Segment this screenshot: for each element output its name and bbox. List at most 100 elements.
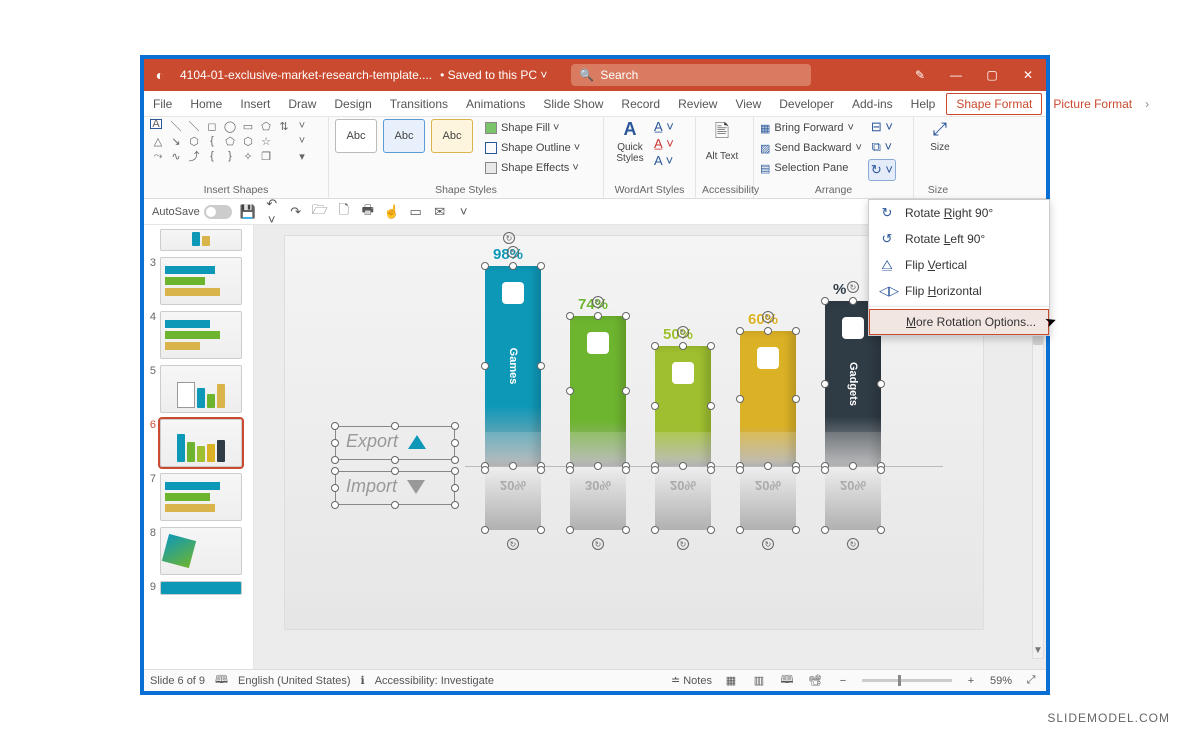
- tab-file[interactable]: File: [144, 91, 181, 116]
- new-icon[interactable]: 🗋: [336, 201, 352, 223]
- rotation-handle-icon[interactable]: ↻: [847, 538, 859, 550]
- rotation-handle-icon[interactable]: ↻: [677, 326, 689, 338]
- autosave-toggle[interactable]: AutoSave: [152, 205, 232, 219]
- more-rotation-options[interactable]: More Rotation Options...: [869, 309, 1049, 335]
- selection-handle[interactable]: [509, 462, 517, 470]
- flip-horizontal[interactable]: ◁▷Flip Horizontal: [869, 278, 1049, 304]
- save-state[interactable]: • Saved to this PC ˅: [436, 68, 551, 82]
- zoom-out-icon[interactable]: −: [834, 675, 852, 687]
- selection-handle[interactable]: [391, 501, 399, 509]
- selection-handle[interactable]: [566, 312, 574, 320]
- rotation-handle-icon[interactable]: ↻: [503, 232, 515, 244]
- tab-view[interactable]: View: [726, 91, 770, 116]
- tab-picture-format[interactable]: Picture Format: [1044, 91, 1141, 116]
- selection-handle[interactable]: [707, 466, 715, 474]
- tab-slideshow[interactable]: Slide Show: [534, 91, 612, 116]
- selection-handle[interactable]: [481, 466, 489, 474]
- selection-handle[interactable]: [736, 395, 744, 403]
- selection-handle[interactable]: [736, 526, 744, 534]
- selection-handle[interactable]: [331, 439, 339, 447]
- selection-handle[interactable]: [537, 526, 545, 534]
- thumb-7[interactable]: 7: [146, 473, 251, 521]
- shape-fill-button[interactable]: Shape Fill ˅: [485, 119, 580, 137]
- tab-developer[interactable]: Developer: [770, 91, 843, 116]
- selection-handle[interactable]: [679, 342, 687, 350]
- slide-counter[interactable]: Slide 6 of 9: [150, 675, 205, 687]
- selection-handle[interactable]: [792, 327, 800, 335]
- maximize-button[interactable]: ▢: [974, 59, 1010, 91]
- chart-bar[interactable]: [740, 331, 796, 466]
- rotation-handle-icon[interactable]: ↻: [847, 281, 859, 293]
- selection-handle[interactable]: [736, 327, 744, 335]
- style-swatch[interactable]: Abc: [335, 119, 377, 153]
- selection-handle[interactable]: [792, 466, 800, 474]
- selection-handle[interactable]: [622, 466, 630, 474]
- style-swatch[interactable]: Abc: [383, 119, 425, 153]
- accessibility-status[interactable]: Accessibility: Investigate: [375, 675, 494, 687]
- selection-handle[interactable]: [707, 342, 715, 350]
- selection-handle[interactable]: [566, 387, 574, 395]
- thumb-6[interactable]: 6: [146, 419, 251, 467]
- selection-handle[interactable]: [849, 462, 857, 470]
- email-icon[interactable]: ✉: [432, 204, 448, 220]
- shape-outline-button[interactable]: Shape Outline ˅: [485, 139, 580, 157]
- selection-handle[interactable]: [707, 402, 715, 410]
- selection-handle[interactable]: [451, 467, 459, 475]
- thumb-9[interactable]: 9: [146, 581, 251, 595]
- reading-view-icon[interactable]: 🕮: [778, 671, 796, 690]
- selection-handle[interactable]: [331, 467, 339, 475]
- tab-review[interactable]: Review: [669, 91, 726, 116]
- normal-view-icon[interactable]: ▦: [722, 674, 740, 687]
- selection-handle[interactable]: [764, 462, 772, 470]
- rotate-right-90[interactable]: ↻Rotate Right 90°: [869, 200, 1049, 226]
- selection-handle[interactable]: [877, 466, 885, 474]
- selection-handle[interactable]: [821, 297, 829, 305]
- sorter-view-icon[interactable]: ▥: [750, 674, 768, 687]
- language-status[interactable]: English (United States): [238, 675, 351, 687]
- redo-icon[interactable]: ↷: [288, 204, 304, 220]
- selection-handle[interactable]: [509, 262, 517, 270]
- selection-handle[interactable]: [594, 312, 602, 320]
- open-icon[interactable]: 🗁: [312, 201, 328, 223]
- selection-handle[interactable]: [391, 422, 399, 430]
- selection-handle[interactable]: [651, 466, 659, 474]
- scroll-down-icon[interactable]: ▼: [1032, 645, 1044, 659]
- selection-handle[interactable]: [391, 456, 399, 464]
- search-box[interactable]: 🔍 Search: [571, 64, 811, 86]
- zoom-in-icon[interactable]: +: [962, 675, 980, 687]
- selection-handle[interactable]: [481, 526, 489, 534]
- selection-handle[interactable]: [877, 526, 885, 534]
- selection-handle[interactable]: [821, 526, 829, 534]
- tabs-overflow-icon[interactable]: ›: [1141, 97, 1153, 111]
- selection-handle[interactable]: [566, 466, 574, 474]
- selection-handle[interactable]: [537, 362, 545, 370]
- qat-more-icon[interactable]: ˅: [456, 204, 472, 219]
- tab-transitions[interactable]: Transitions: [381, 91, 457, 116]
- send-backward-button[interactable]: ▨Send Backward˅: [760, 139, 862, 157]
- fit-icon[interactable]: ⤢: [1022, 674, 1040, 687]
- shape-effects-button[interactable]: Shape Effects ˅: [485, 159, 580, 177]
- tab-shape-format[interactable]: Shape Format: [946, 93, 1042, 115]
- selection-handle[interactable]: [622, 526, 630, 534]
- selection-pane-button[interactable]: ▤Selection Pane: [760, 159, 862, 177]
- slideshow-view-icon[interactable]: 📽: [806, 674, 824, 687]
- tab-home[interactable]: Home: [181, 91, 231, 116]
- selection-handle[interactable]: [792, 526, 800, 534]
- selection-handle[interactable]: [451, 501, 459, 509]
- alt-text-button[interactable]: 🖹 Alt Text: [702, 119, 742, 162]
- rotation-handle-icon[interactable]: ↻: [677, 538, 689, 550]
- thumb-3[interactable]: 3: [146, 257, 251, 305]
- thumb-4[interactable]: 4: [146, 311, 251, 359]
- text-effects-icon[interactable]: A ˅: [654, 153, 674, 168]
- selection-handle[interactable]: [566, 526, 574, 534]
- selection-handle[interactable]: [537, 466, 545, 474]
- save-icon[interactable]: 💾: [240, 204, 256, 220]
- close-button[interactable]: ✕: [1010, 59, 1046, 91]
- rotation-handle-icon[interactable]: ↻: [507, 538, 519, 550]
- tab-help[interactable]: Help: [902, 91, 945, 116]
- selection-handle[interactable]: [481, 262, 489, 270]
- tab-design[interactable]: Design: [325, 91, 380, 116]
- rotation-handle-icon[interactable]: ↻: [762, 311, 774, 323]
- quickprint-icon[interactable]: 🖶: [360, 201, 376, 223]
- selection-handle[interactable]: [622, 387, 630, 395]
